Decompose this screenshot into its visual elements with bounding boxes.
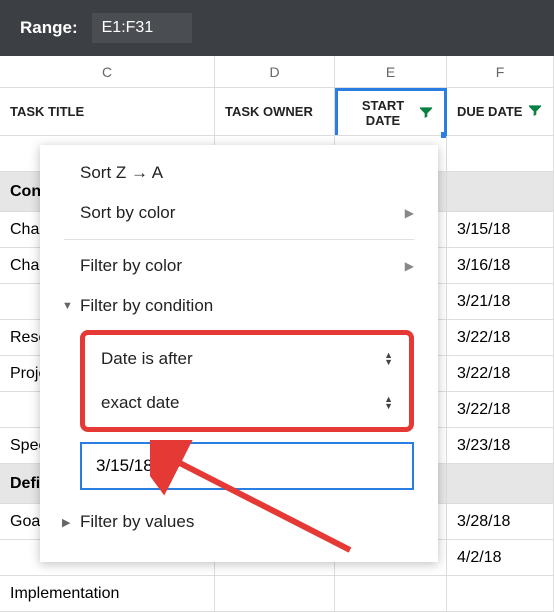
date-input-wrapper: [80, 442, 414, 490]
col-header-f[interactable]: F: [447, 56, 554, 87]
filter-icon[interactable]: [527, 102, 543, 121]
range-label: Range:: [20, 18, 78, 38]
header-task-owner-label: TASK OWNER: [225, 104, 313, 119]
cell: [447, 576, 554, 611]
divider: [64, 239, 414, 240]
range-bar: Range:: [0, 0, 554, 56]
cell: 3/28/18: [447, 504, 554, 539]
caret-right-icon: ▶: [62, 516, 70, 529]
menu-label: Filter by condition: [80, 296, 213, 316]
col-header-d[interactable]: D: [215, 56, 335, 87]
header-due-date-label: DUE DATE: [457, 104, 522, 119]
date-input[interactable]: [80, 442, 414, 490]
field-headers: TASK TITLE TASK OWNER START DATE DUE DAT…: [0, 88, 554, 136]
cell: 3/23/18: [447, 428, 554, 463]
menu-label: Sort by color: [80, 203, 175, 223]
cell: 3/22/18: [447, 320, 554, 355]
filter-by-color[interactable]: Filter by color ▶: [40, 246, 438, 286]
cell: 4/2/18: [447, 540, 554, 575]
caret-down-icon: ▼: [62, 300, 73, 312]
cell: Implementation: [0, 576, 215, 611]
cell: 3/21/18: [447, 284, 554, 319]
condition-type-select[interactable]: Date is after ▲▼: [87, 339, 407, 379]
header-start-date[interactable]: START DATE: [335, 88, 447, 135]
menu-label: Sort Z → A: [80, 163, 163, 183]
menu-label: Filter by values: [80, 512, 194, 532]
menu-label: Filter by color: [80, 256, 182, 276]
date-mode-select[interactable]: exact date ▲▼: [87, 383, 407, 423]
annotation-highlight: Date is after ▲▼ exact date ▲▼: [80, 330, 414, 432]
sort-by-color[interactable]: Sort by color ▶: [40, 193, 438, 233]
header-due-date[interactable]: DUE DATE: [447, 88, 554, 135]
column-headers: C D E F: [0, 56, 554, 88]
filter-by-values[interactable]: ▶ Filter by values: [40, 502, 438, 542]
chevron-right-icon: ▶: [405, 259, 414, 273]
range-input[interactable]: [92, 13, 192, 43]
chevron-right-icon: ▶: [405, 206, 414, 220]
header-task-title-label: TASK TITLE: [10, 104, 84, 119]
header-task-owner[interactable]: TASK OWNER: [215, 88, 335, 135]
cell: 3/22/18: [447, 356, 554, 391]
stepper-icon: ▲▼: [384, 352, 393, 366]
cell: 3/22/18: [447, 392, 554, 427]
stepper-icon: ▲▼: [384, 396, 393, 410]
filter-panel: Sort Z → A Sort by color ▶ Filter by colo…: [40, 145, 438, 562]
select-value: Date is after: [101, 349, 193, 369]
col-header-e[interactable]: E: [335, 56, 447, 87]
cell: 3/16/18: [447, 248, 554, 283]
table-row[interactable]: Implementation: [0, 576, 554, 612]
select-value: exact date: [101, 393, 179, 413]
cell: 3/15/18: [447, 212, 554, 247]
header-task-title[interactable]: TASK TITLE: [0, 88, 215, 135]
col-header-c[interactable]: C: [0, 56, 215, 87]
filter-icon[interactable]: [418, 104, 434, 123]
header-start-date-label: START DATE: [348, 98, 418, 128]
filter-by-condition[interactable]: ▼ Filter by condition: [40, 286, 438, 326]
sort-za[interactable]: Sort Z → A: [40, 153, 438, 193]
